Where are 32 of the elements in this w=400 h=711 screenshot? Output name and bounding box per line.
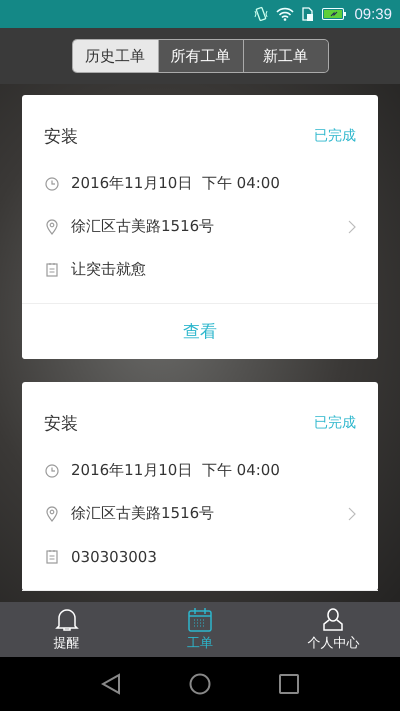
status-time: 09:39 (354, 6, 392, 22)
order-datetime: 2016年11月10日 下午 04:00 (71, 174, 281, 193)
order-note: 030303003 (71, 548, 158, 566)
tab-item[interactable]: 个人中心 (266, 602, 400, 657)
bell-icon (54, 607, 80, 633)
tab-item[interactable]: 提醒 (0, 602, 134, 657)
notepad-icon (44, 549, 60, 564)
back-icon[interactable] (101, 673, 121, 695)
clock-icon (44, 464, 60, 478)
sim-card-icon (302, 7, 314, 21)
wifi-icon (276, 7, 294, 21)
clock-icon (44, 176, 60, 190)
order-datetime: 2016年11月10日 下午 04:00 (71, 461, 281, 480)
battery-icon (322, 8, 346, 20)
segment-tab[interactable]: 历史工单 (72, 40, 158, 72)
order-note: 让突击就愈 (71, 260, 147, 279)
segment-tab[interactable]: 新工单 (242, 40, 328, 72)
order-status: 已完成 (314, 414, 356, 432)
notepad-icon (44, 262, 60, 277)
order-status: 已完成 (314, 127, 356, 145)
order-address: 徐汇区古美路1516号 (71, 217, 216, 236)
order-type: 安装 (44, 126, 78, 148)
segment-tab[interactable]: 所有工单 (158, 40, 242, 72)
order-address: 徐汇区古美路1516号 (71, 504, 216, 523)
home-icon[interactable] (189, 673, 211, 695)
order-type: 安装 (44, 412, 78, 434)
location-pin-icon (44, 506, 60, 522)
location-pin-icon (44, 218, 60, 234)
recents-icon[interactable] (279, 674, 299, 694)
calendar-icon (186, 607, 213, 633)
tab-item[interactable]: 工单 (133, 602, 267, 657)
vibrate-icon (254, 6, 268, 22)
